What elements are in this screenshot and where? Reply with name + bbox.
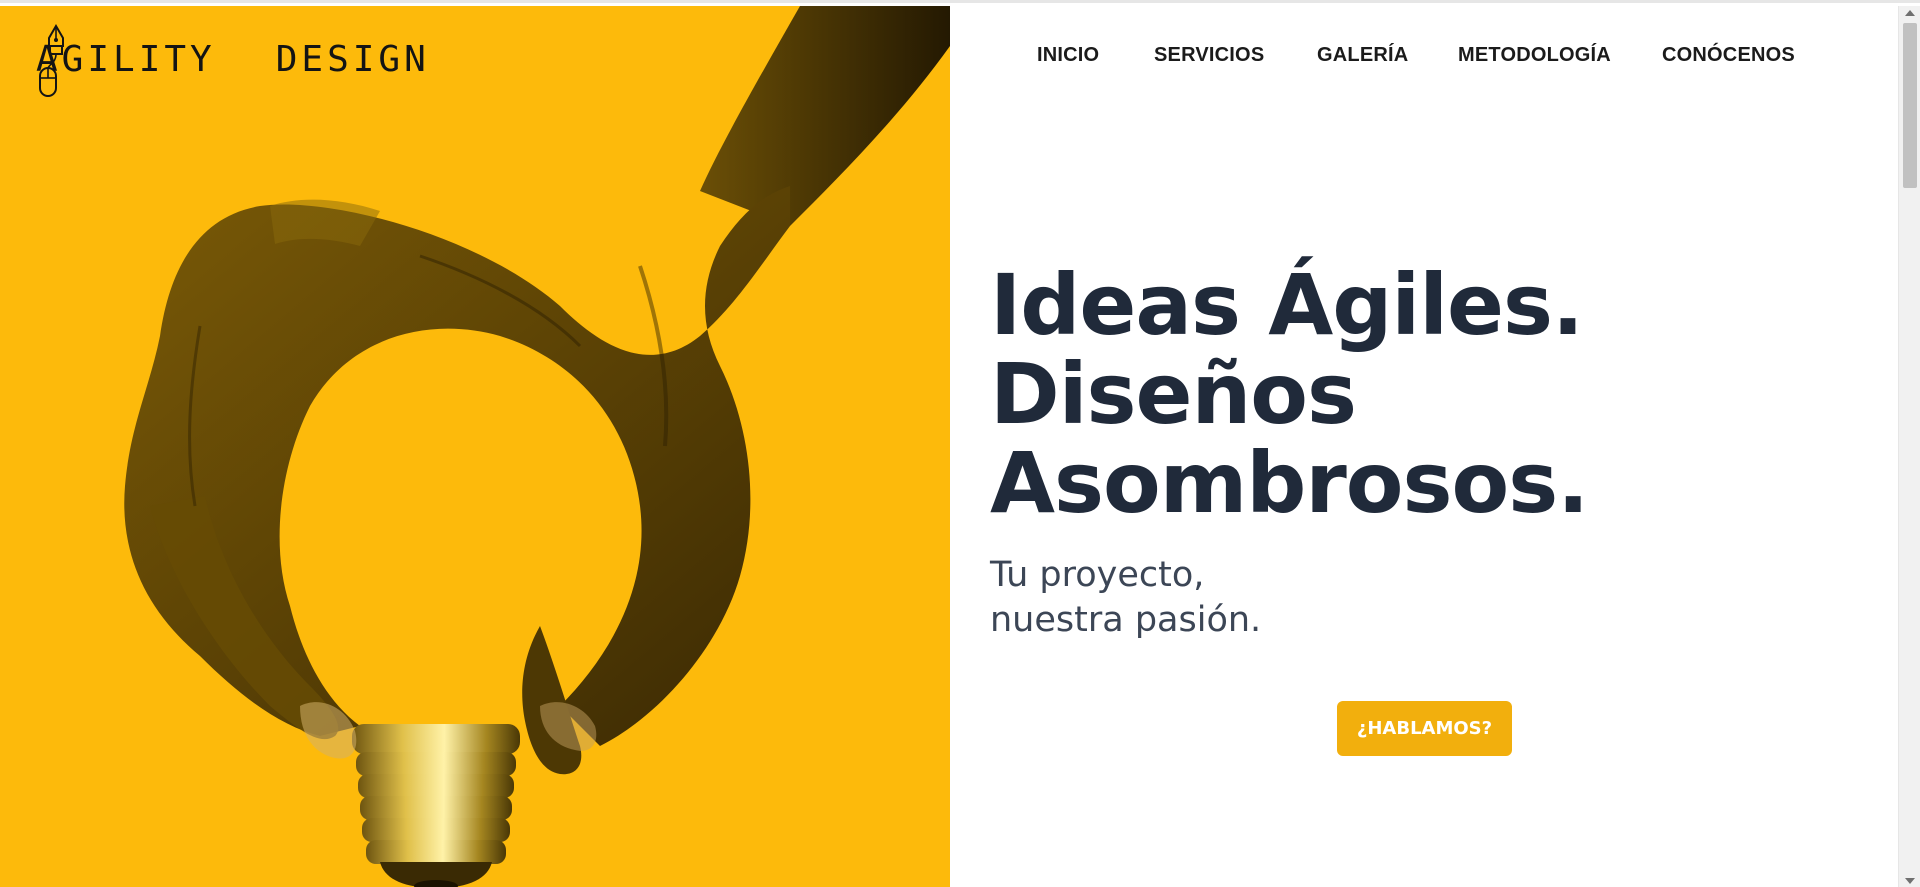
brand-logo[interactable]: AGILITY DESIGN <box>36 22 430 97</box>
nav-item-servicios[interactable]: SERVICIOS <box>1154 44 1264 67</box>
tagline-line-1: Tu proyecto, <box>990 555 1205 595</box>
scroll-thumb[interactable] <box>1903 23 1917 188</box>
hand-holding-lightbulb-image <box>124 6 950 887</box>
hero-tagline: Tu proyecto, nuestra pasión. <box>990 553 1261 643</box>
scroll-up-arrow-icon[interactable] <box>1905 10 1915 16</box>
headline-line-2: Diseños <box>990 345 1357 443</box>
headline-line-3: Asombrosos. <box>990 434 1589 532</box>
brand-word-right: DESIGN <box>275 38 430 80</box>
nav-item-metodologia[interactable]: METODOLOGÍA <box>1458 44 1611 67</box>
nav-item-inicio[interactable]: INICIO <box>1037 44 1099 67</box>
hero-headline: Ideas Ágiles. Diseños Asombrosos. <box>990 256 1589 532</box>
scroll-down-arrow-icon[interactable] <box>1905 878 1915 884</box>
page-scrollbar[interactable] <box>1898 6 1920 887</box>
contact-cta-button[interactable]: ¿HABLAMOS? <box>1337 701 1512 756</box>
page: AGILITY DESIGN INICIO SERVICIOS GALERÍA … <box>0 0 1920 887</box>
hero-image: AGILITY DESIGN <box>0 6 950 887</box>
bulb-base <box>352 724 520 887</box>
tagline-line-2: nuestra pasión. <box>990 600 1262 640</box>
nav-item-conocenos[interactable]: CONÓCENOS <box>1662 44 1795 67</box>
nav-item-galeria[interactable]: GALERÍA <box>1317 44 1408 67</box>
headline-line-1: Ideas Ágiles. <box>990 256 1584 354</box>
pen-nib-and-mouse-icon <box>39 22 266 97</box>
hero-content: INICIO SERVICIOS GALERÍA METODOLOGÍA CON… <box>950 6 1898 887</box>
